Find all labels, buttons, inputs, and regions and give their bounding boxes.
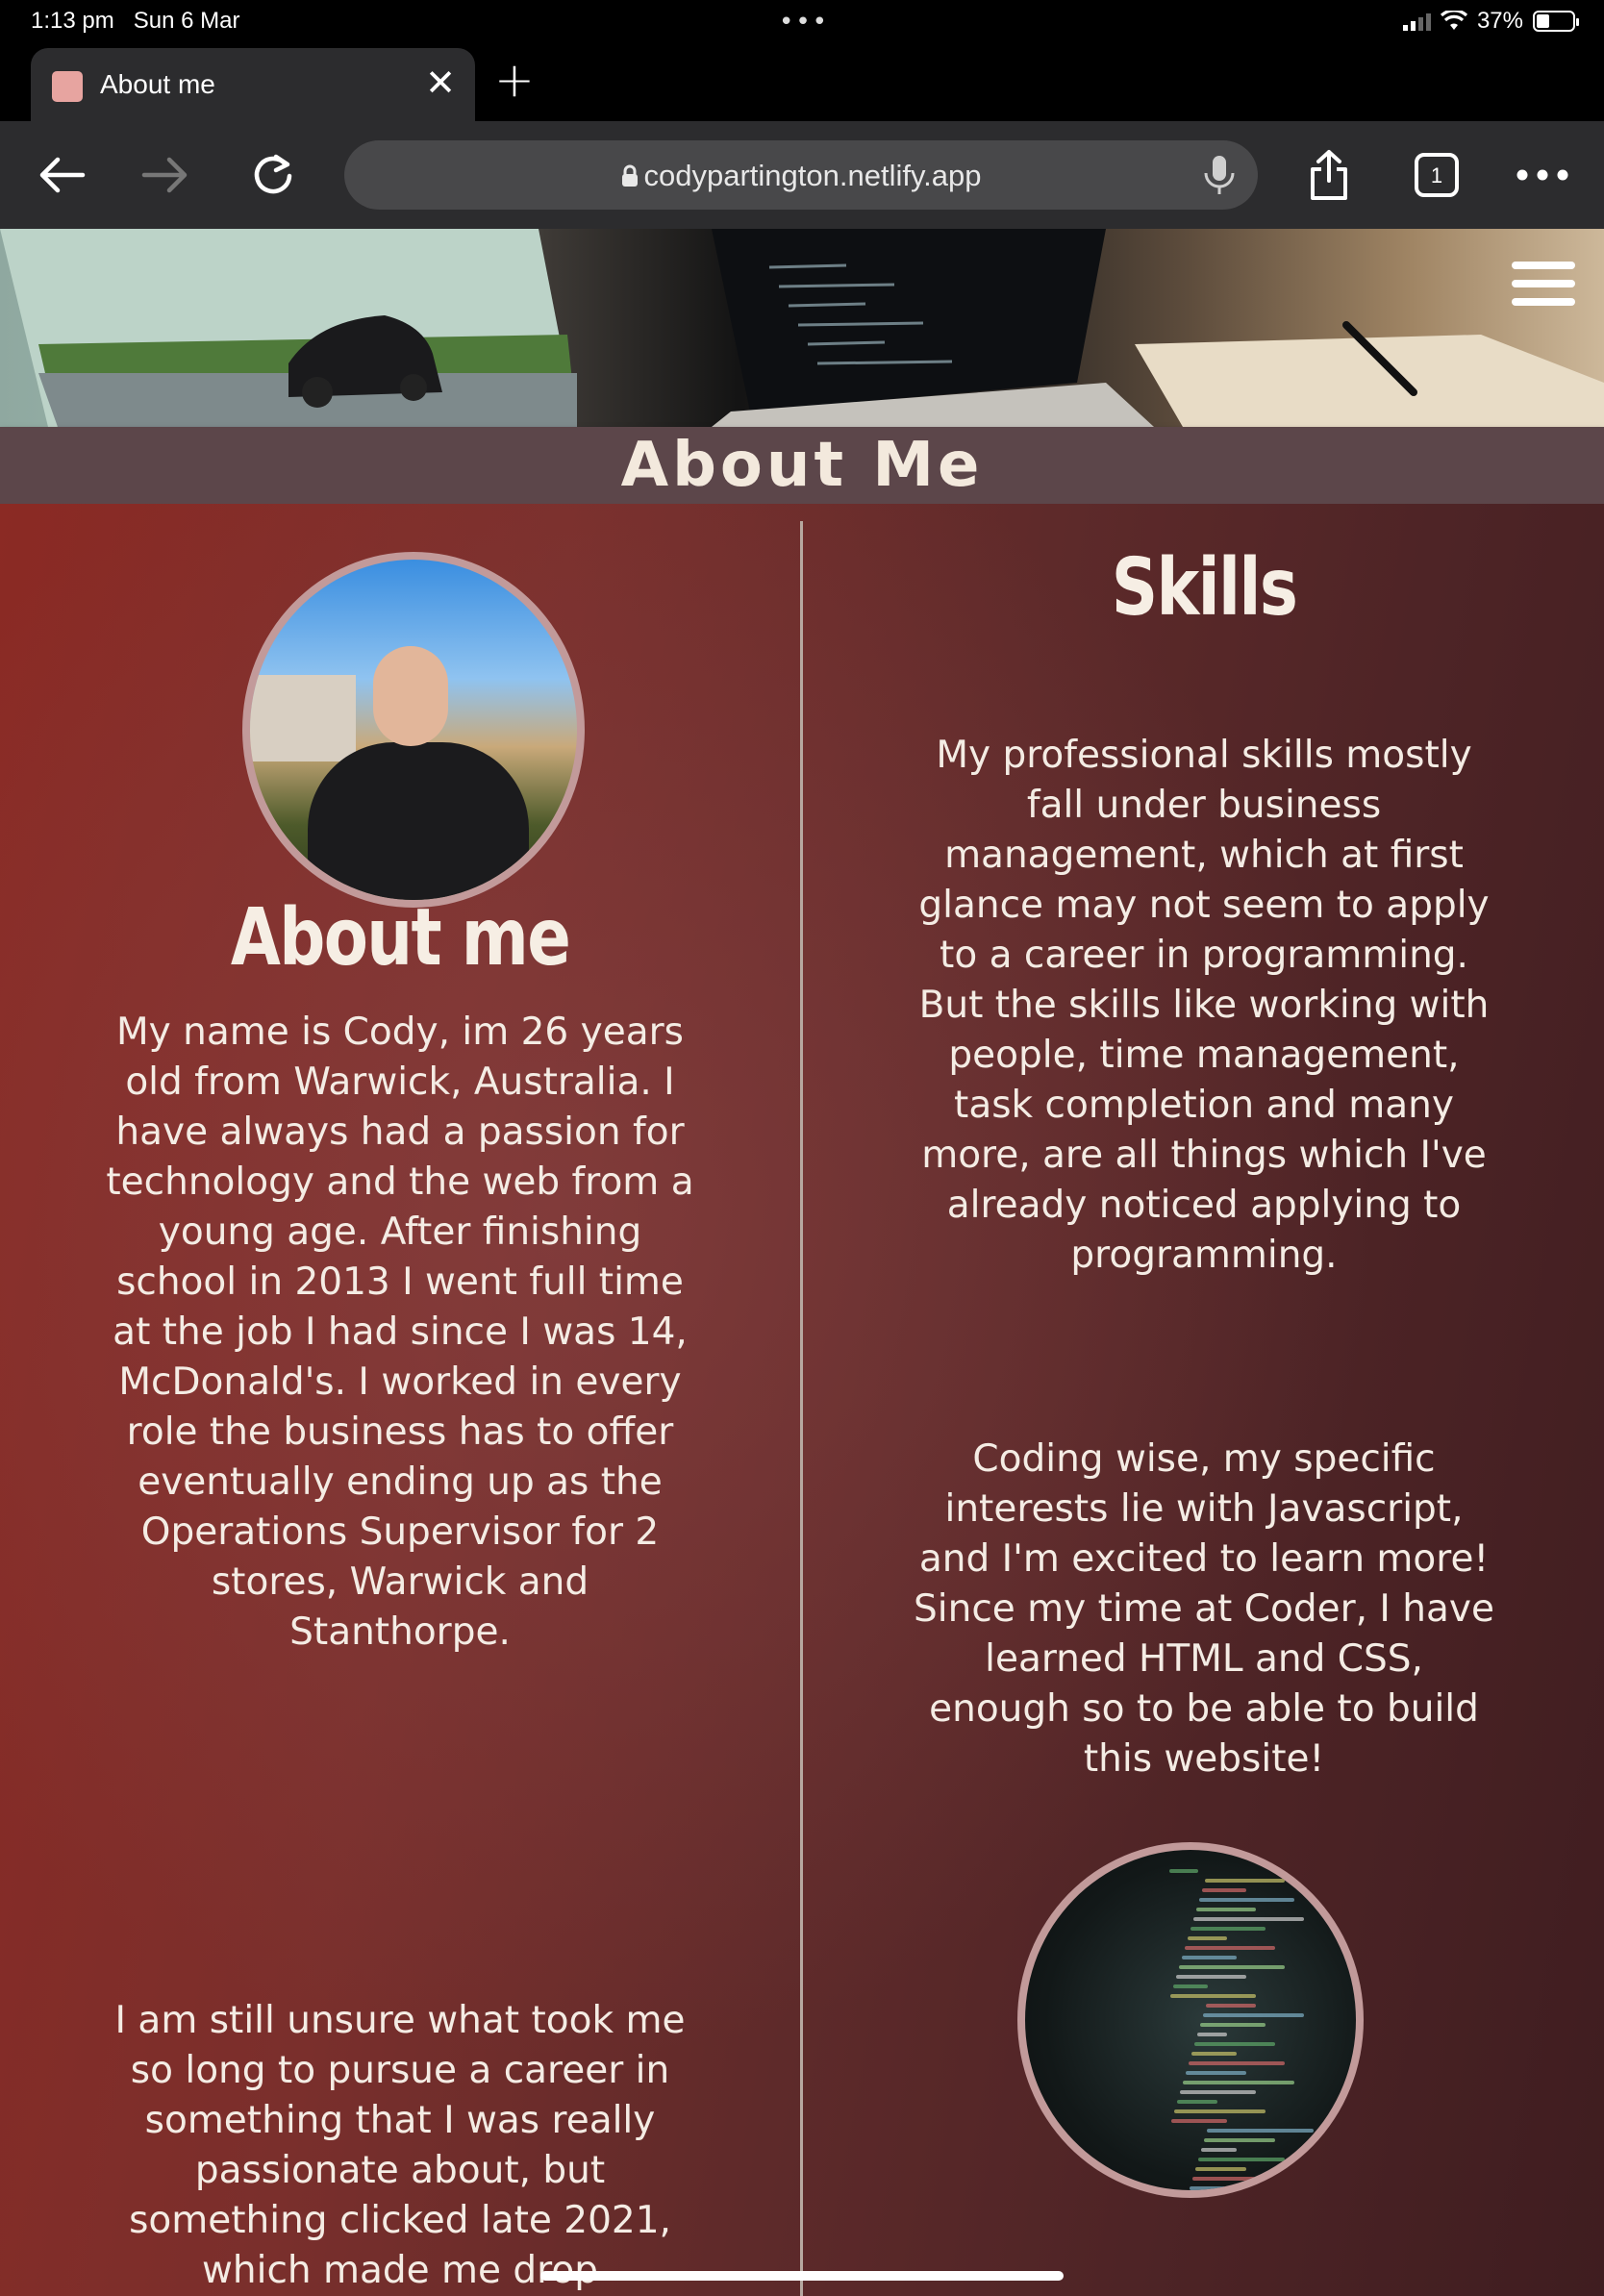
paragraph-line: passionate about, but <box>194 2149 606 2192</box>
paragraph-line: stores, Warwick and <box>211 1560 589 1604</box>
paragraph-line: Operations Supervisor for 2 <box>140 1510 660 1554</box>
paragraph-line: interests lie with Javascript, <box>944 1487 1464 1531</box>
skills-paragraph-2: Coding wise, my specific interests lie wi… <box>877 1435 1531 1784</box>
paragraph-line: people, time management, <box>948 1034 1460 1077</box>
paragraph-line: young age. After finishing <box>158 1210 642 1254</box>
signal-icon <box>1402 12 1431 31</box>
paragraph-line: something that I was really <box>144 2099 656 2142</box>
code-screen-image <box>1017 1842 1364 2198</box>
paragraph-line: Stanthorpe. <box>289 1610 511 1654</box>
tab-title: About me <box>100 69 215 99</box>
skills-paragraph-1: My professional skills mostly fall under … <box>877 731 1531 1281</box>
paragraph-line: have always had a passion for <box>115 1111 685 1154</box>
paragraph-line: and I'm excited to learn more! <box>918 1537 1490 1581</box>
paragraph-line: at the job I had since I was 14, <box>113 1310 688 1354</box>
reload-icon[interactable] <box>244 146 302 204</box>
mic-icon[interactable] <box>1200 154 1239 196</box>
forward-icon[interactable] <box>137 146 194 204</box>
url-text: codypartington.netlify.app <box>344 159 1258 193</box>
paragraph-line: enough so to be able to build <box>929 1687 1479 1731</box>
paragraph-line: already noticed applying to <box>946 1184 1462 1227</box>
paragraph-line: to a career in programming. <box>940 934 1468 977</box>
hero-scene-illustration <box>0 229 1604 427</box>
paragraph-line: My name is Cody, im 26 years <box>116 1011 684 1054</box>
browser-toolbar: codypartington.netlify.app 1 <box>0 121 1604 229</box>
more-icon[interactable] <box>1514 146 1571 204</box>
paragraph-line: role the business has to offer <box>126 1410 674 1454</box>
paragraph-line: I am still unsure what took me <box>114 1999 686 2042</box>
hamburger-menu-icon[interactable] <box>1512 262 1575 312</box>
page-title: About Me <box>620 430 984 501</box>
paragraph-line: But the skills like working with <box>918 984 1490 1027</box>
paragraph-line: something clicked late 2021, <box>129 2199 671 2242</box>
paragraph-line: fall under business <box>1026 784 1382 827</box>
status-time: 1:13 pm Sun 6 Mar <box>31 8 240 34</box>
content-section: About me My name is Cody, im 26 years old… <box>0 504 1604 2296</box>
paragraph-line: programming. <box>1070 1234 1338 1277</box>
multitasking-dots-icon[interactable]: ••• <box>779 8 829 37</box>
battery-icon <box>1533 11 1579 32</box>
paragraph-line: Coding wise, my specific <box>972 1437 1436 1481</box>
paragraph-line: technology and the web from a <box>106 1160 694 1204</box>
paragraph-line: old from Warwick, Australia. I <box>125 1061 675 1104</box>
about-heading: About me <box>230 892 571 984</box>
close-icon[interactable]: ✕ <box>425 62 456 104</box>
tab-bar: About me ✕ + <box>0 46 1604 121</box>
paragraph-line: learned HTML and CSS, <box>985 1637 1423 1681</box>
column-divider <box>800 521 803 2296</box>
back-icon[interactable] <box>33 146 90 204</box>
about-paragraph-1: My name is Cody, im 26 years old from War… <box>92 1008 708 1658</box>
tabs-icon[interactable]: 1 <box>1408 146 1466 204</box>
hero-banner-image <box>0 229 1604 427</box>
paragraph-line: task completion and many <box>954 1084 1454 1127</box>
battery-percent: 37% <box>1476 8 1523 34</box>
paragraph-line: eventually ending up as the <box>138 1460 663 1504</box>
address-bar[interactable]: codypartington.netlify.app <box>344 140 1258 210</box>
paragraph-line: more, are all things which I've <box>921 1134 1487 1177</box>
paragraph-line: school in 2013 I went full time <box>116 1260 684 1304</box>
plus-icon[interactable]: + <box>494 52 535 108</box>
skills-heading: Skills <box>1111 542 1298 634</box>
paragraph-line: My professional skills mostly <box>936 734 1472 777</box>
share-icon[interactable] <box>1300 146 1358 204</box>
svg-text:1: 1 <box>1431 163 1442 187</box>
paragraph-line: this website! <box>1083 1737 1325 1781</box>
paragraph-line: Since my time at Coder, I have <box>914 1587 1494 1631</box>
paragraph-line: McDonald's. I worked in every <box>118 1360 682 1404</box>
lock-icon <box>621 164 638 187</box>
status-indicators: 37% <box>1402 8 1579 35</box>
web-page: About Me About me My name is Cody, im 26… <box>0 229 1604 2296</box>
paragraph-line: so long to pursue a career in <box>130 2049 670 2092</box>
status-bar: 1:13 pm Sun 6 Mar ••• 37% <box>0 0 1604 46</box>
profile-photo <box>242 552 585 908</box>
paragraph-line: glance may not seem to apply <box>918 884 1490 927</box>
favicon-icon <box>52 71 83 102</box>
paragraph-line: management, which at first <box>944 834 1464 877</box>
home-indicator[interactable] <box>540 2271 1064 2281</box>
about-paragraph-2: I am still unsure what took me so long to… <box>92 1996 708 2296</box>
page-title-bar: About Me <box>0 427 1604 504</box>
wifi-icon <box>1440 11 1467 30</box>
tab-about-me[interactable]: About me ✕ <box>31 48 475 121</box>
